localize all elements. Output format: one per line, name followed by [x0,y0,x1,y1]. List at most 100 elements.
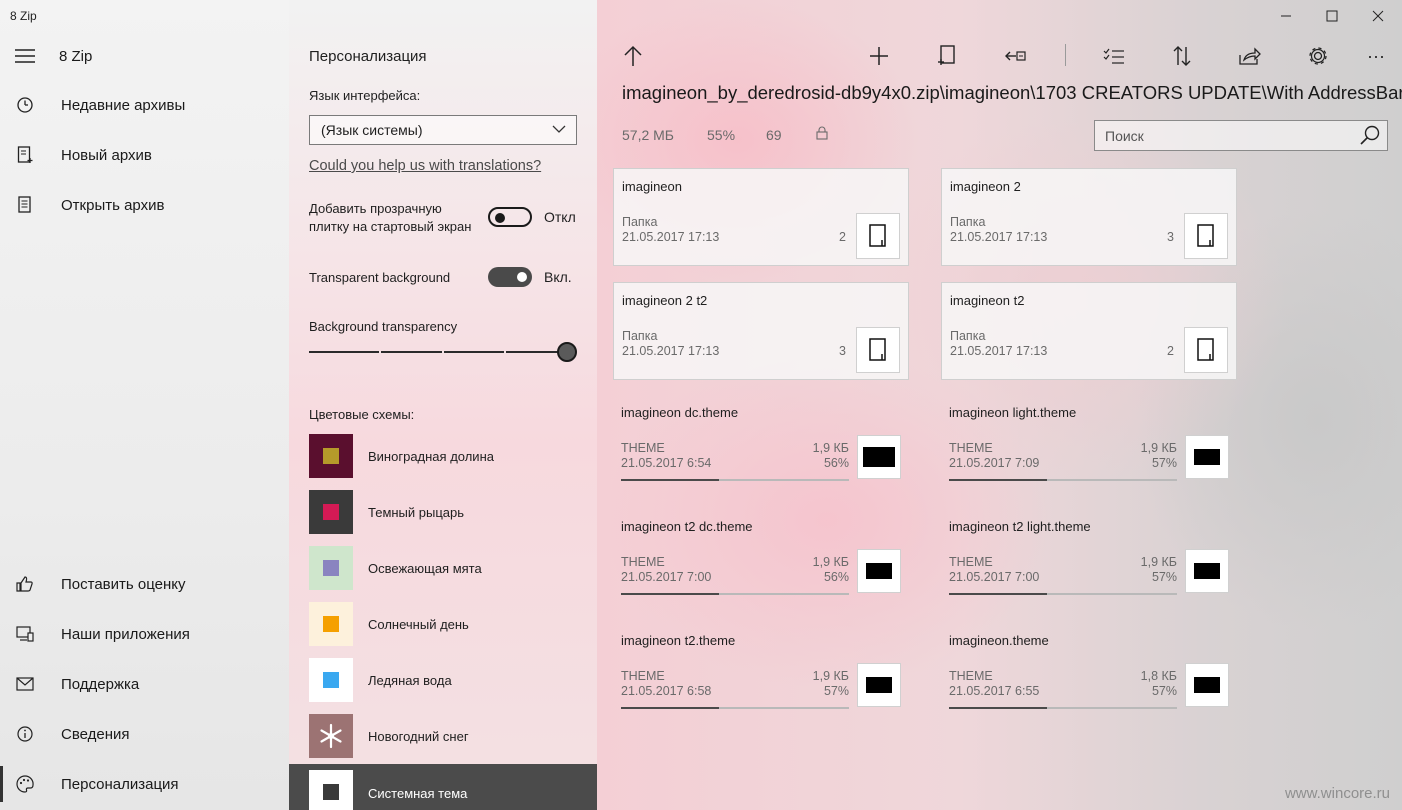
folder-date: 21.05.2017 17:13 [950,344,1048,358]
scheme-swatch [309,546,353,590]
scheme-swatch [309,434,353,478]
language-select[interactable]: (Язык системы) [309,115,577,145]
file-thumbnail [857,663,901,707]
up-folder-button[interactable] [615,38,651,74]
file-item[interactable]: imagineon t2 dc.theme THEME 21.05.2017 7… [613,511,909,609]
nav-item-label: Открыть архив [61,196,165,214]
scheme-sunny-day[interactable]: Солнечный день [289,602,597,658]
search-placeholder: Поиск [1105,127,1144,144]
file-item[interactable]: imagineon t2.theme THEME 21.05.2017 6:58… [613,625,909,723]
palette-icon [0,775,50,793]
scheme-dark-knight[interactable]: Темный рыцарь [289,490,597,546]
folder-count: 3 [1167,230,1174,244]
app-name: 8 Zip [59,47,93,65]
hamburger-menu-button[interactable]: 8 Zip [0,33,289,79]
lock-icon[interactable] [816,126,828,143]
file-thumbnail [1185,663,1229,707]
file-size: 1,9 КБ [812,441,849,455]
file-item[interactable]: imagineon.theme THEME 21.05.2017 6:55 1,… [941,625,1237,723]
folder-icon [1184,213,1228,259]
transparent-bg-toggle[interactable] [488,267,532,287]
folder-type: Папка [622,329,658,343]
compression-bar [949,479,1177,481]
folder-type: Папка [950,329,986,343]
toggle-knob [495,213,505,223]
scheme-new-year-snow[interactable]: Новогодний снег [289,714,597,770]
maximize-button[interactable] [1309,0,1355,32]
folder-item[interactable]: imagineon t2 Папка 21.05.2017 17:13 2 [941,282,1237,380]
folder-count: 2 [839,230,846,244]
nav-item-personalization[interactable]: Персонализация [0,761,289,807]
file-thumbnail [1185,435,1229,479]
maximize-icon [1326,10,1338,22]
close-button[interactable] [1355,0,1401,32]
more-button[interactable]: ··· [1358,38,1394,74]
nav-item-about[interactable]: Сведения [0,711,289,757]
nav-item-support[interactable]: Поддержка [0,661,289,707]
file-ratio: 57% [1151,684,1177,698]
file-item[interactable]: imagineon light.theme THEME 21.05.2017 7… [941,397,1237,495]
scheme-fresh-mint[interactable]: Освежающая мята [289,546,597,602]
nav-item-rate[interactable]: Поставить оценку [0,561,289,607]
file-item[interactable]: imagineon t2 light.theme THEME 21.05.201… [941,511,1237,609]
compression-bar-fill [949,479,1048,481]
scheme-grape-valley[interactable]: Виноградная долина [289,434,597,490]
search-input[interactable]: Поиск [1094,120,1388,151]
hamburger-icon [0,49,50,63]
folder-icon [856,327,900,373]
plus-icon [870,47,888,65]
file-name: imagineon light.theme [949,405,1077,420]
select-button[interactable] [1096,38,1132,74]
folder-item[interactable]: imagineon 2 t2 Папка 21.05.2017 17:13 3 [613,282,909,380]
file-ratio: 56% [823,456,849,470]
scheme-label: Темный рыцарь [368,505,465,520]
watermark: www.wincore.ru [1284,785,1390,802]
scheme-label: Системная тема [368,786,468,801]
live-tile-toggle[interactable] [488,207,532,227]
add-files-button[interactable] [861,38,897,74]
file-size: 1,9 КБ [1140,555,1177,569]
nav-item-new-archive[interactable]: Новый архив [0,132,289,178]
nav-item-open-archive[interactable]: Открыть архив [0,182,289,228]
chevron-down-icon [552,122,566,139]
file-date: 21.05.2017 7:00 [621,570,712,584]
file-item[interactable]: imagineon dc.theme THEME 21.05.2017 6:54… [613,397,909,495]
file-date: 21.05.2017 7:09 [949,456,1040,470]
scheme-system-theme[interactable]: Системная тема [289,764,597,810]
settings-button[interactable] [1300,38,1336,74]
transparent-bg-toggle-state: Вкл. [544,269,572,285]
translations-link[interactable]: Could you help us with translations? [309,158,541,174]
folder-date: 21.05.2017 17:13 [622,344,720,358]
minimize-button[interactable] [1263,0,1309,32]
arrow-up-icon [624,45,642,66]
scheme-label: Новогодний снег [368,729,469,744]
language-select-value: (Язык системы) [321,122,423,138]
scheme-label: Виноградная долина [368,449,494,464]
scheme-ice-water[interactable]: Ледяная вода [289,658,597,714]
sort-button[interactable] [1164,38,1200,74]
search-icon[interactable] [1359,124,1381,149]
folder-icon [1184,327,1228,373]
share-button[interactable] [1232,38,1268,74]
folder-item[interactable]: imagineon Папка 21.05.2017 17:13 2 [613,168,909,266]
scheme-label: Освежающая мята [368,561,482,576]
folder-item[interactable]: imagineon 2 Папка 21.05.2017 17:13 3 [941,168,1237,266]
file-size: 1,9 КБ [812,555,849,569]
transparency-label: Background transparency [309,319,458,334]
file-date: 21.05.2017 7:00 [949,570,1040,584]
file-size: 1,8 КБ [1140,669,1177,683]
clock-icon [0,97,50,113]
folder-name: imagineon t2 [950,293,1025,308]
nav-item-recent[interactable]: Недавние архивы [0,82,289,128]
nav-item-label: Поставить оценку [61,575,186,593]
file-size: 1,9 КБ [812,669,849,683]
transparency-slider-thumb[interactable] [557,342,577,362]
compression-bar-fill [949,593,1048,595]
nav-item-our-apps[interactable]: Наши приложения [0,611,289,657]
extract-button[interactable] [929,38,965,74]
nav-item-label: Поддержка [61,675,140,693]
transparency-slider-track[interactable] [309,351,567,353]
scheme-swatch [309,770,353,810]
compression-bar-fill [949,707,1048,709]
back-button[interactable] [997,38,1033,74]
